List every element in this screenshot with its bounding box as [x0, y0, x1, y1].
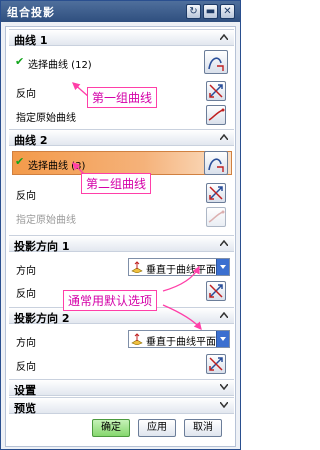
annotation-first-curve: 第一组曲线: [87, 87, 158, 108]
annotation-arrows: [72, 82, 202, 330]
annotation-second-curve: 第二组曲线: [81, 173, 152, 194]
cancel-button[interactable]: 取消: [184, 419, 222, 437]
annotation-default-option: 通常用默认选项: [63, 290, 158, 311]
arrow-to-direction2: [162, 304, 202, 330]
combined-projection-dialog: 组合投影 ↻ ▬ ✕ 曲线 1 ✔ 选择曲线 (12) 反向 指定原始曲线 曲线…: [0, 0, 241, 450]
apply-button[interactable]: 应用: [138, 419, 176, 437]
arrow-to-direction1: [162, 265, 200, 292]
ok-button[interactable]: 确定: [92, 419, 130, 437]
